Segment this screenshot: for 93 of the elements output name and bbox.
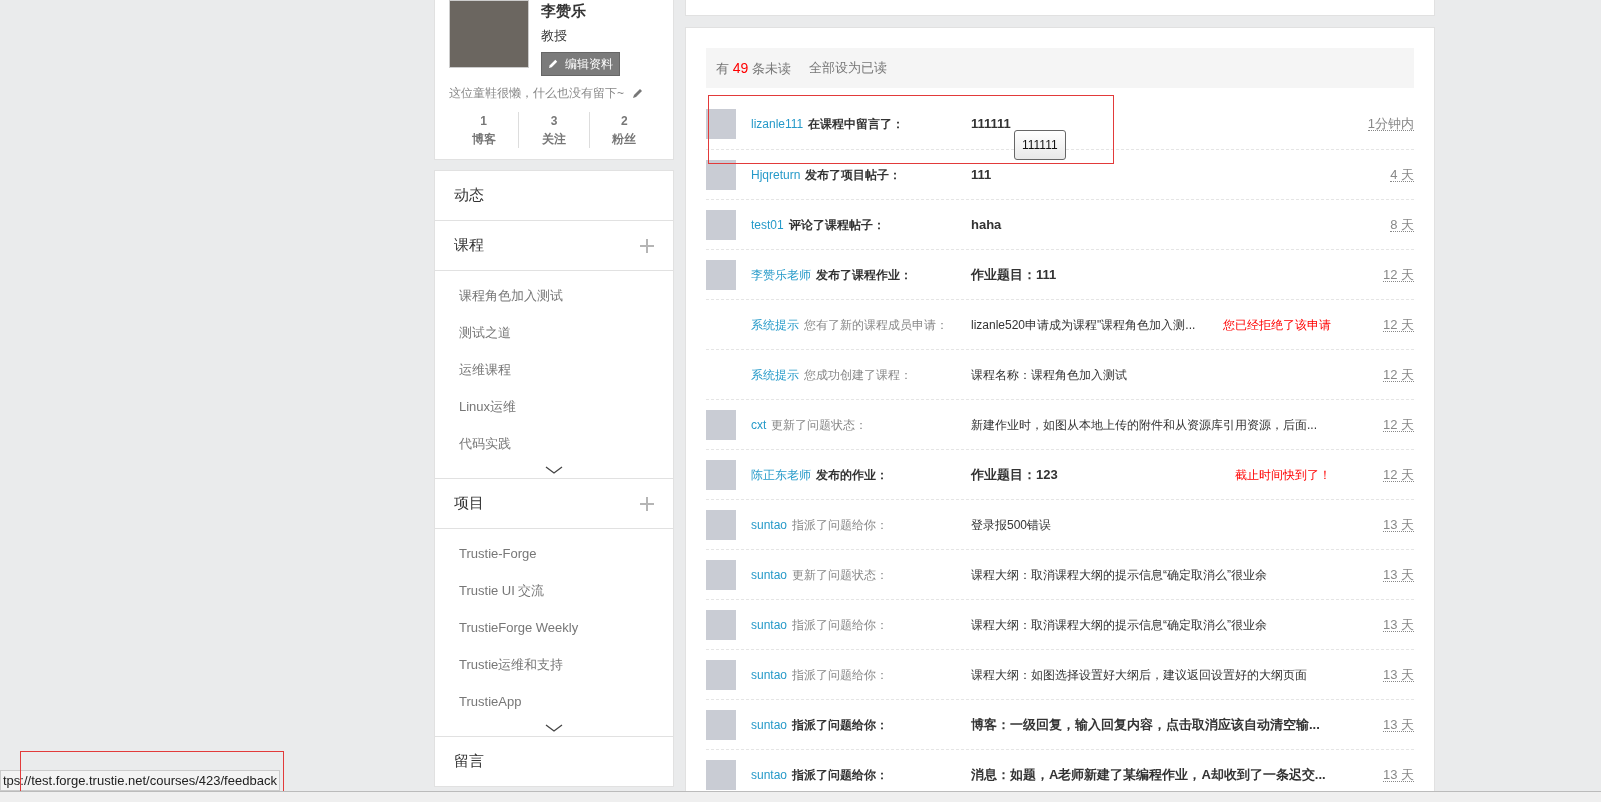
mark-all-read-link[interactable]: 全部设为已读 [808, 58, 887, 78]
sidebar-item[interactable]: 运维课程 [459, 359, 511, 380]
message-content[interactable]: 课程大纲：取消课程大纲的提示信息“确定取消么”很业余 [971, 565, 1267, 584]
user-link[interactable]: cxt [751, 415, 767, 434]
add-icon[interactable] [640, 238, 654, 253]
message-content[interactable]: 111 [971, 164, 992, 185]
message-notice: 截止时间快到了！ [1234, 466, 1331, 484]
sidebar-item[interactable]: 课程角色加入测试 [459, 285, 563, 306]
message-action: 发布的作业： [816, 466, 888, 484]
sidebar-item[interactable]: 代码实践 [459, 433, 511, 454]
avatar-placeholder[interactable] [706, 109, 736, 139]
sidebar-item[interactable]: Trustie运维和支持 [459, 654, 564, 675]
message-content[interactable]: 作业题目：123 [971, 464, 1058, 485]
message-time: 12 天 [1382, 367, 1414, 382]
sidebar-item[interactable]: TrustieApp [459, 691, 522, 712]
message-time: 12 天 [1382, 267, 1414, 282]
message-content[interactable]: 111111 [971, 114, 1011, 134]
sidebar-section-title[interactable]: 留言 [454, 750, 484, 773]
sidebar-item[interactable]: TrustieForge Weekly [459, 617, 579, 638]
user-link[interactable]: suntao [751, 765, 788, 784]
message-content[interactable]: 博客：一级回复，输入回复内容，点击取消应该自动清空输... [971, 714, 1320, 735]
stat-label[interactable]: 博客 [471, 129, 496, 148]
message-action: 指派了问题给你： [792, 516, 889, 534]
unread-summary: 有 49 条未读 [716, 58, 791, 78]
message-time: 13 天 [1382, 667, 1414, 682]
sidebar-section-title[interactable]: 课程 [454, 234, 484, 257]
message-action: 指派了问题给你： [792, 716, 889, 734]
user-link[interactable]: 系统提示 [751, 365, 799, 384]
stat-label[interactable]: 粉丝 [612, 129, 637, 148]
user-link[interactable]: test01 [751, 215, 784, 234]
message-time: 1分钟内 [1367, 117, 1414, 131]
message-time: 12 天 [1382, 467, 1414, 482]
sidebar-item[interactable]: Trustie UI 交流 [459, 580, 545, 601]
user-link[interactable]: 系统提示 [751, 315, 799, 334]
add-icon[interactable] [640, 496, 654, 511]
message-time: 12 天 [1382, 417, 1414, 432]
message-time: 12 天 [1382, 317, 1414, 332]
message-action: 评论了课程帖子： [788, 216, 885, 234]
user-link[interactable]: suntao [751, 665, 788, 684]
user-link[interactable]: suntao [751, 515, 788, 534]
profile-bio: 这位童鞋很懒，什么也没有留下~ [449, 84, 624, 102]
message-action: 您成功创建了课程： [804, 366, 912, 384]
edit-profile-button[interactable]: 编辑资料 [541, 51, 620, 76]
user-link[interactable]: suntao [751, 715, 788, 734]
message-content[interactable]: 消息：如题，A老师新建了某编程作业，A却收到了一条迟交... [971, 764, 1326, 785]
user-link[interactable]: 陈正东老师 [751, 465, 811, 484]
message-content[interactable]: 作业题目：111 [971, 264, 1057, 285]
message-notice: 您已经拒绝了该申请 [1222, 316, 1331, 334]
message-action: 指派了问题给你： [792, 616, 889, 634]
message-action: 在课程中留言了： [808, 116, 905, 133]
stat-count[interactable]: 1 [480, 111, 487, 130]
message-action: 您有了新的课程成员申请： [804, 316, 948, 334]
message-time: 13 天 [1382, 567, 1414, 582]
message-action: 指派了问题给你： [792, 766, 889, 784]
pencil-icon [548, 58, 559, 69]
message-time: 13 天 [1382, 767, 1414, 782]
message-content[interactable]: 课程名称：课程角色加入测试 [971, 365, 1127, 384]
tooltip: 111111 [1014, 130, 1066, 160]
user-link[interactable]: Hjqreturn [751, 165, 801, 184]
message-action: 更新了问题状态： [771, 416, 868, 434]
sidebar-item[interactable]: 测试之道 [459, 322, 511, 343]
message-time: 13 天 [1382, 517, 1414, 532]
message-content[interactable]: 课程大纲：如图选择设置好大纲后，建议返回设置好的大纲页面 [971, 665, 1307, 684]
user-link[interactable]: suntao [751, 565, 788, 584]
stat-count[interactable]: 2 [620, 111, 628, 130]
user-link[interactable]: 李赞乐老师 [751, 265, 811, 284]
message-action: 指派了问题给你： [792, 666, 889, 684]
sidebar-item[interactable]: Trustie-Forge [459, 543, 537, 564]
pencil-icon[interactable] [632, 86, 644, 99]
message-content[interactable]: lizanle520申请成为课程"课程角色加入测... [971, 315, 1196, 334]
message-time: 13 天 [1382, 617, 1414, 632]
sidebar-item[interactable]: Linux运维 [459, 396, 517, 417]
stat-count[interactable]: 3 [550, 111, 558, 130]
user-link[interactable]: suntao [751, 615, 788, 634]
message-content[interactable]: 新建作业时，如图从本地上传的附件和从资源库引用资源，后面... [971, 415, 1317, 434]
message-time: 8 天 [1390, 217, 1414, 232]
user-link[interactable]: lizanle111 [751, 115, 804, 133]
message-time: 4 天 [1390, 167, 1414, 182]
message-content[interactable]: 登录报500错误 [971, 515, 1052, 534]
profile-name: 李赞乐 [541, 2, 586, 20]
sidebar-section-title[interactable]: 动态 [454, 184, 484, 207]
message-action: 发布了项目帖子： [805, 166, 902, 184]
message-content[interactable]: haha [971, 214, 1002, 235]
chevron-down-icon[interactable] [545, 466, 563, 474]
chevron-down-icon[interactable] [545, 724, 563, 732]
sidebar-section-title[interactable]: 项目 [454, 492, 484, 515]
message-time: 13 天 [1382, 717, 1414, 732]
avatar-placeholder[interactable] [706, 159, 736, 190]
message-content[interactable]: 课程大纲：取消课程大纲的提示信息“确定取消么”很业余 [971, 615, 1267, 634]
message-action: 更新了问题状态： [792, 566, 889, 584]
stat-label[interactable]: 关注 [542, 129, 566, 148]
message-action: 发布了课程作业： [816, 266, 912, 284]
profile-title: 教授 [541, 27, 567, 45]
